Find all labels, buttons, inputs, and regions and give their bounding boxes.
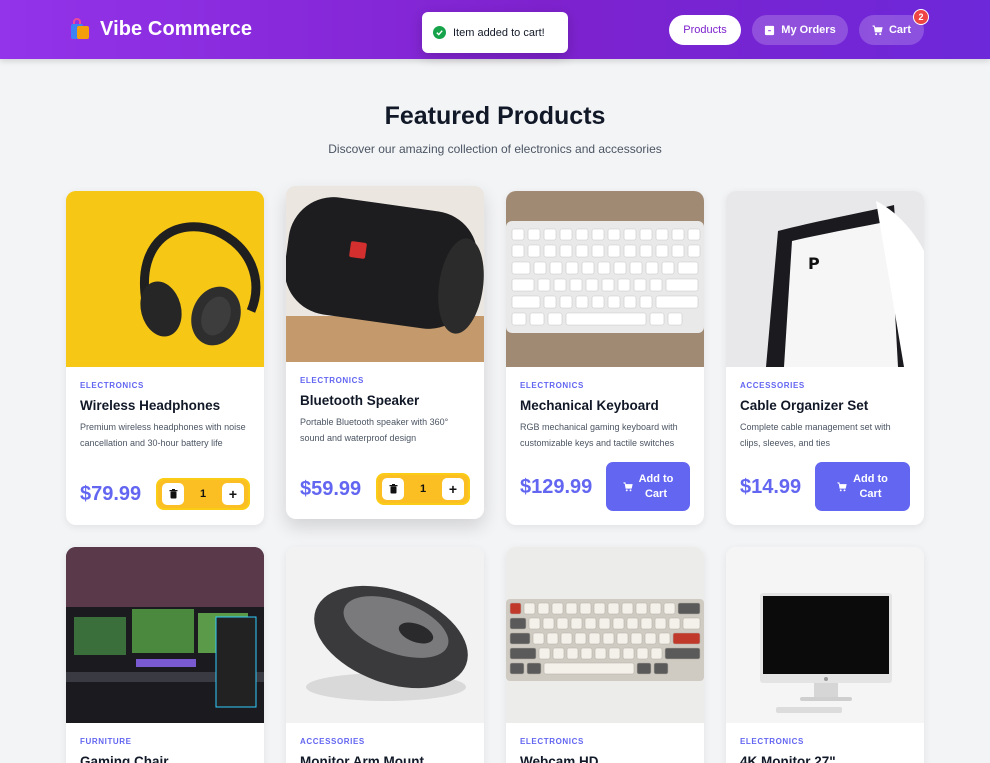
toast-message: Item added to cart! — [453, 26, 545, 39]
speaker-image — [286, 186, 484, 362]
product-description: RGB mechanical gaming keyboard with cust… — [520, 422, 678, 448]
toast-notification: Item added to cart! — [422, 12, 568, 53]
product-card-4k-monitor: ELECTRONICS 4K Monitor 27" — [726, 547, 924, 763]
shopping-bag-logo-icon — [71, 18, 89, 39]
gaming-setup-image — [66, 547, 264, 723]
product-category: ELECTRONICS — [520, 737, 584, 746]
mouse-image — [286, 547, 484, 723]
cart-icon — [837, 481, 847, 491]
product-name: Gaming Chair — [80, 754, 169, 763]
nav-products-label: Products — [683, 24, 727, 36]
product-card-wireless-headphones: ELECTRONICS Wireless Headphones Premium … — [66, 191, 264, 525]
product-name: 4K Monitor 27" — [740, 754, 836, 763]
product-card-bluetooth-speaker: ELECTRONICS Bluetooth Speaker Portable B… — [286, 186, 484, 519]
product-name: Bluetooth Speaker — [300, 393, 420, 408]
quantity-stepper: 1 + — [376, 473, 470, 505]
product-image-mouse[interactable] — [286, 547, 484, 723]
remove-from-cart-button[interactable] — [162, 483, 184, 505]
product-name: Webcam HD — [520, 754, 599, 763]
brand-name: Vibe Commerce — [100, 17, 253, 40]
increase-quantity-button[interactable]: + — [442, 478, 464, 500]
add-to-cart-label: Add to Cart — [853, 472, 888, 500]
page-title: Featured Products — [384, 102, 606, 130]
check-circle-icon — [433, 26, 446, 39]
product-category: FURNITURE — [80, 737, 132, 746]
product-name: Mechanical Keyboard — [520, 398, 659, 413]
product-card-cable-organizer-set: P ACCESSORIES Cable Organizer Set Comple… — [726, 191, 924, 525]
console-image: P — [726, 191, 924, 367]
product-category: ACCESSORIES — [740, 381, 805, 390]
trash-icon — [169, 489, 177, 499]
quantity-value: 1 — [419, 483, 427, 495]
add-to-cart-button[interactable]: Add to Cart — [606, 462, 690, 511]
product-name: Wireless Headphones — [80, 398, 221, 413]
product-image-gaming-setup[interactable] — [66, 547, 264, 723]
product-image-cable-organizer[interactable]: P — [726, 191, 924, 367]
product-category: ACCESSORIES — [300, 737, 365, 746]
product-description: Portable Bluetooth speaker with 360° sou… — [300, 417, 449, 443]
package-icon — [765, 25, 775, 35]
brand[interactable]: Vibe Commerce — [68, 17, 252, 41]
retro-keyboard-image — [506, 547, 704, 723]
cart-count-badge: 2 — [913, 9, 929, 25]
product-card-webcam-hd: ELECTRONICS Webcam HD — [506, 547, 704, 763]
remove-from-cart-button[interactable] — [382, 478, 404, 500]
page-subtitle: Discover our amazing collection of elect… — [328, 142, 662, 156]
cart-icon — [622, 481, 633, 491]
product-image-speaker[interactable] — [286, 186, 484, 362]
product-image-keyboard[interactable] — [506, 191, 704, 367]
product-card-mechanical-keyboard: ELECTRONICS Mechanical Keyboard RGB mech… — [506, 191, 704, 525]
add-to-cart-button[interactable]: Add to Cart — [815, 462, 910, 511]
product-image-monitor[interactable] — [726, 547, 924, 723]
product-category: ELECTRONICS — [740, 737, 804, 746]
nav-my-orders-label: My Orders — [781, 24, 836, 36]
plus-icon: + — [228, 486, 238, 502]
cart-icon — [872, 24, 883, 35]
product-category: ELECTRONICS — [300, 376, 364, 385]
product-price: $14.99 — [740, 476, 802, 498]
quantity-value: 1 — [199, 488, 207, 500]
top-header: Vibe Commerce Item added to cart! Produc… — [0, 0, 990, 59]
nav-cart-label: Cart — [888, 24, 911, 36]
nav-my-orders-button[interactable]: My Orders — [752, 15, 848, 45]
headphones-image — [66, 191, 264, 367]
product-price: $79.99 — [80, 483, 142, 505]
product-image-headphones[interactable] — [66, 191, 264, 367]
product-card-gaming-chair: FURNITURE Gaming Chair — [66, 547, 264, 763]
increase-quantity-button[interactable]: + — [222, 483, 244, 505]
product-name: Monitor Arm Mount — [300, 754, 424, 763]
product-price: $129.99 — [520, 476, 593, 498]
svg-text:P: P — [808, 254, 820, 273]
product-card-monitor-arm-mount: ACCESSORIES Monitor Arm Mount — [286, 547, 484, 763]
keyboard-image — [506, 191, 704, 367]
trash-icon — [389, 484, 397, 494]
add-to-cart-label: Add to Cart — [638, 472, 674, 500]
quantity-stepper: 1 + — [156, 478, 250, 510]
nav-products-button[interactable]: Products — [669, 15, 741, 45]
product-image-retro-keyboard[interactable] — [506, 547, 704, 723]
product-description: Complete cable management set with clips… — [740, 422, 891, 448]
product-description: Premium wireless headphones with noise c… — [80, 422, 246, 448]
product-price: $59.99 — [300, 478, 362, 500]
product-category: ELECTRONICS — [80, 381, 144, 390]
product-category: ELECTRONICS — [520, 381, 584, 390]
imac-image — [726, 547, 924, 723]
product-name: Cable Organizer Set — [740, 398, 869, 413]
plus-icon: + — [448, 481, 458, 497]
